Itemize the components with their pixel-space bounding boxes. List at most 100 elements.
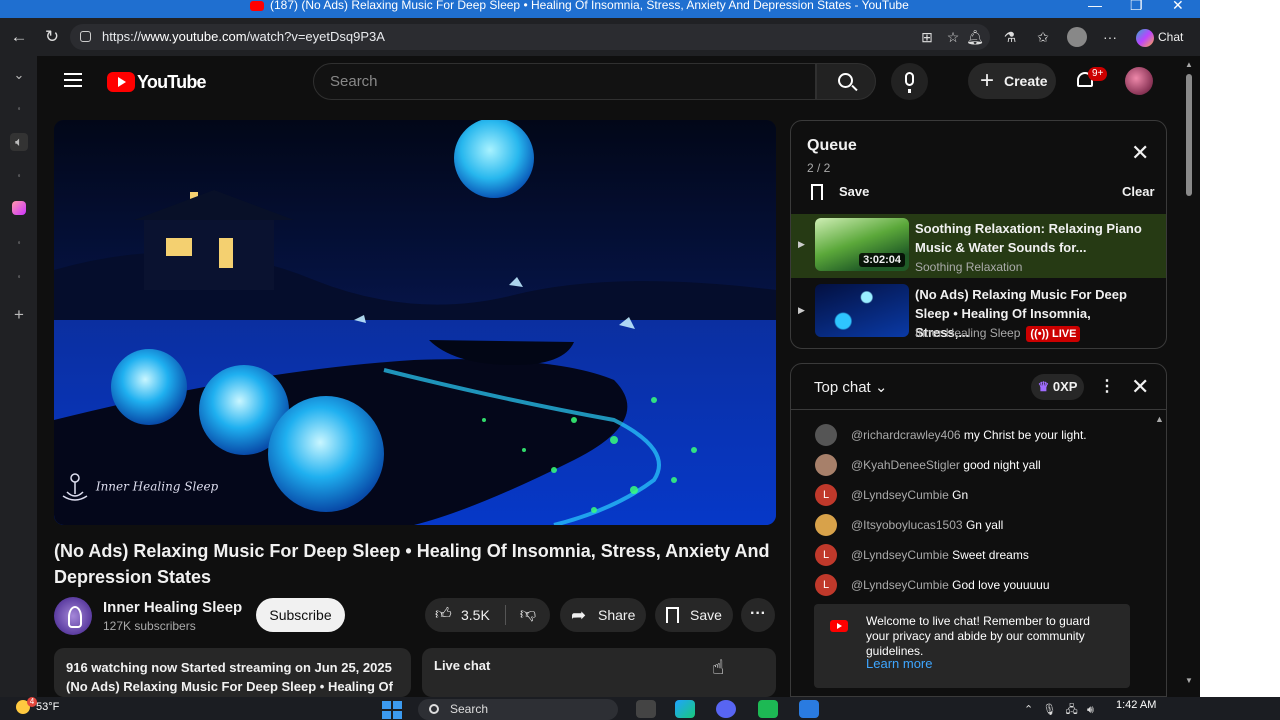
more-actions-button[interactable]: ··· [741,598,775,632]
restore-icon[interactable]: ❐ [1130,0,1143,14]
channel-avatar[interactable] [54,597,92,635]
sidebar-audio-icon[interactable]: 🔈︎ [10,133,28,151]
queue-close-icon[interactable]: ✕ [1131,141,1149,165]
save-button[interactable]: Save [655,598,733,632]
start-button[interactable] [382,701,402,719]
chat-text: Gn [952,488,969,502]
bell-extension-icon[interactable]: 🔔︎ [965,27,985,47]
search-button[interactable] [816,63,876,100]
video-player[interactable] [54,120,776,525]
sidebar-add-icon[interactable]: + [10,306,28,324]
chat-welcome-banner: Welcome to live chat! Remember to guard … [814,604,1130,688]
sidebar-collapse-icon[interactable]: ⌄ [10,66,28,84]
chat-text: my Christ be your light. [963,428,1087,442]
chat-author-name: @LyndseyCumbie [851,488,949,502]
queue-panel: Queue 2 / 2 ✕ Save Clear ▶ 3:02:04 Sooth… [790,120,1167,349]
xp-button[interactable]: ♛ 0XP [1031,374,1084,400]
chat-author[interactable]: @KyahDeneeStigler good night yall [851,454,1041,476]
chat-avatar[interactable] [815,514,837,536]
top-chat-label: Top chat [814,379,871,396]
top-chat-dropdown[interactable]: Top chat ⌄ [814,378,887,396]
url-path: /watch?v=eyetDsq9P3A [246,29,385,44]
learn-more-link[interactable]: Learn more [866,656,932,671]
refresh-icon[interactable]: ↻ [41,26,63,48]
clock[interactable]: 1:42 AM [1116,699,1156,711]
back-icon[interactable]: ← [8,26,30,48]
start-tile [382,711,391,719]
sidebar-search-icon[interactable]: ◦ [10,100,28,118]
chat-author[interactable]: @Itsyoboylucas1503 Gn yall [851,514,1003,536]
queue-save-button[interactable]: Save [811,182,869,202]
youtube-wordmark: YouTube [137,71,207,92]
queue-item-channel-name: Inner Healing Sleep [915,326,1021,340]
description-box[interactable]: 916 watching now Started streaming on Ju… [54,648,411,697]
site-info-icon[interactable] [80,31,91,42]
bookmark-icon [811,184,823,200]
queue-clear-button[interactable]: Clear [1122,184,1155,199]
sidebar-dot-icon[interactable]: ◦ [10,167,28,185]
queue-item[interactable]: ▶ (No Ads) Relaxing Music For Deep Sleep… [791,280,1166,344]
share-label: Share [598,607,636,623]
account-avatar[interactable] [1125,67,1153,95]
channel-name[interactable]: Inner Healing Sleep [103,599,242,616]
chat-author[interactable]: @LyndseyCumbie Sweet dreams [851,544,1029,566]
app-available-icon[interactable]: ⊞ [917,27,937,47]
window-titlebar: (187) (No Ads) Relaxing Music For Deep S… [0,0,1200,18]
lotus-logo-icon [62,473,88,501]
browser-menu-icon[interactable]: ··· [1100,27,1120,47]
notifications-button[interactable]: 9+ [1075,67,1108,92]
queue-count: 2 / 2 [807,161,831,175]
search-icon [838,73,853,88]
sidebar-dot2-icon[interactable]: ◦ [10,234,28,252]
discord-icon[interactable] [716,700,736,718]
youtube-logo[interactable]: YouTube [107,71,207,93]
app-icon[interactable] [758,700,778,718]
chat-author[interactable]: @LyndseyCumbie Gn [851,484,968,506]
chat-avatar[interactable]: L [815,544,837,566]
chat-author[interactable]: @richardcrawley406 my Christ be your lig… [851,424,1087,446]
start-tile [382,701,391,709]
close-window-icon[interactable]: ✕ [1172,0,1184,14]
create-button[interactable]: + Create [968,63,1056,99]
search-input[interactable]: Search [313,63,816,100]
queue-item[interactable]: ▶ 3:02:04 Soothing Relaxation: Relaxing … [791,214,1166,278]
chat-author[interactable]: @LyndseyCumbie God love youuuuu [851,574,1050,596]
scroll-down-icon[interactable]: ▼ [1184,676,1194,685]
now-playing-icon: ▶ [798,239,805,249]
chat-more-icon[interactable]: ⋮ [1099,376,1115,396]
chat-author-name: @KyahDeneeStigler [851,458,960,472]
voice-search-button[interactable] [891,63,928,100]
taskbar-search-label: Search [450,702,489,716]
browser-profile-icon[interactable] [1067,27,1087,47]
file-explorer-icon[interactable] [636,700,656,718]
youtube-favicon-icon [250,0,264,11]
edge-browser-icon[interactable] [675,700,695,718]
share-button[interactable]: ➦ Share [560,598,646,632]
favorite-star-icon[interactable]: ☆ [943,27,963,47]
store-icon[interactable] [799,700,819,718]
scroll-up-icon[interactable]: ▲ [1184,60,1194,69]
sidebar-dot3-icon[interactable]: ◦ [10,268,28,286]
chat-avatar[interactable] [815,454,837,476]
instagram-icon[interactable] [12,201,26,215]
minimize-icon[interactable]: — [1088,0,1102,13]
chat-avatar[interactable]: L [815,484,837,506]
chat-scroll-up-icon[interactable]: ▲ [1155,414,1164,424]
hamburger-menu-icon[interactable] [64,73,82,87]
dislike-button[interactable]: 👎︎ [509,598,547,632]
like-button[interactable]: 👍︎ 3.5K [425,598,505,632]
favorites-icon[interactable]: ✩ [1033,27,1053,47]
chat-avatar[interactable] [815,424,837,446]
chat-close-icon[interactable]: ✕ [1131,375,1149,399]
taskbar-search[interactable]: Search [418,699,618,720]
subscribe-button[interactable]: Subscribe [256,598,345,632]
queue-item-title: Soothing Relaxation: Relaxing Piano Musi… [915,221,1142,255]
chat-avatar[interactable]: L [815,574,837,596]
copilot-chat-button[interactable]: Chat [1136,27,1196,47]
url-bar[interactable]: https://www.youtube.com/watch?v=eyetDsq9… [70,24,990,50]
scrollbar-thumb[interactable] [1186,74,1192,196]
page-scrollbar[interactable]: ▲ ▼ [1184,60,1194,688]
extensions-icon[interactable]: ⚗ [1000,27,1020,47]
system-tray[interactable]: ⌃ 🎙︎ 🖧 🔊︎ [1024,701,1094,720]
weather-widget[interactable]: 4 53°F [16,697,59,715]
